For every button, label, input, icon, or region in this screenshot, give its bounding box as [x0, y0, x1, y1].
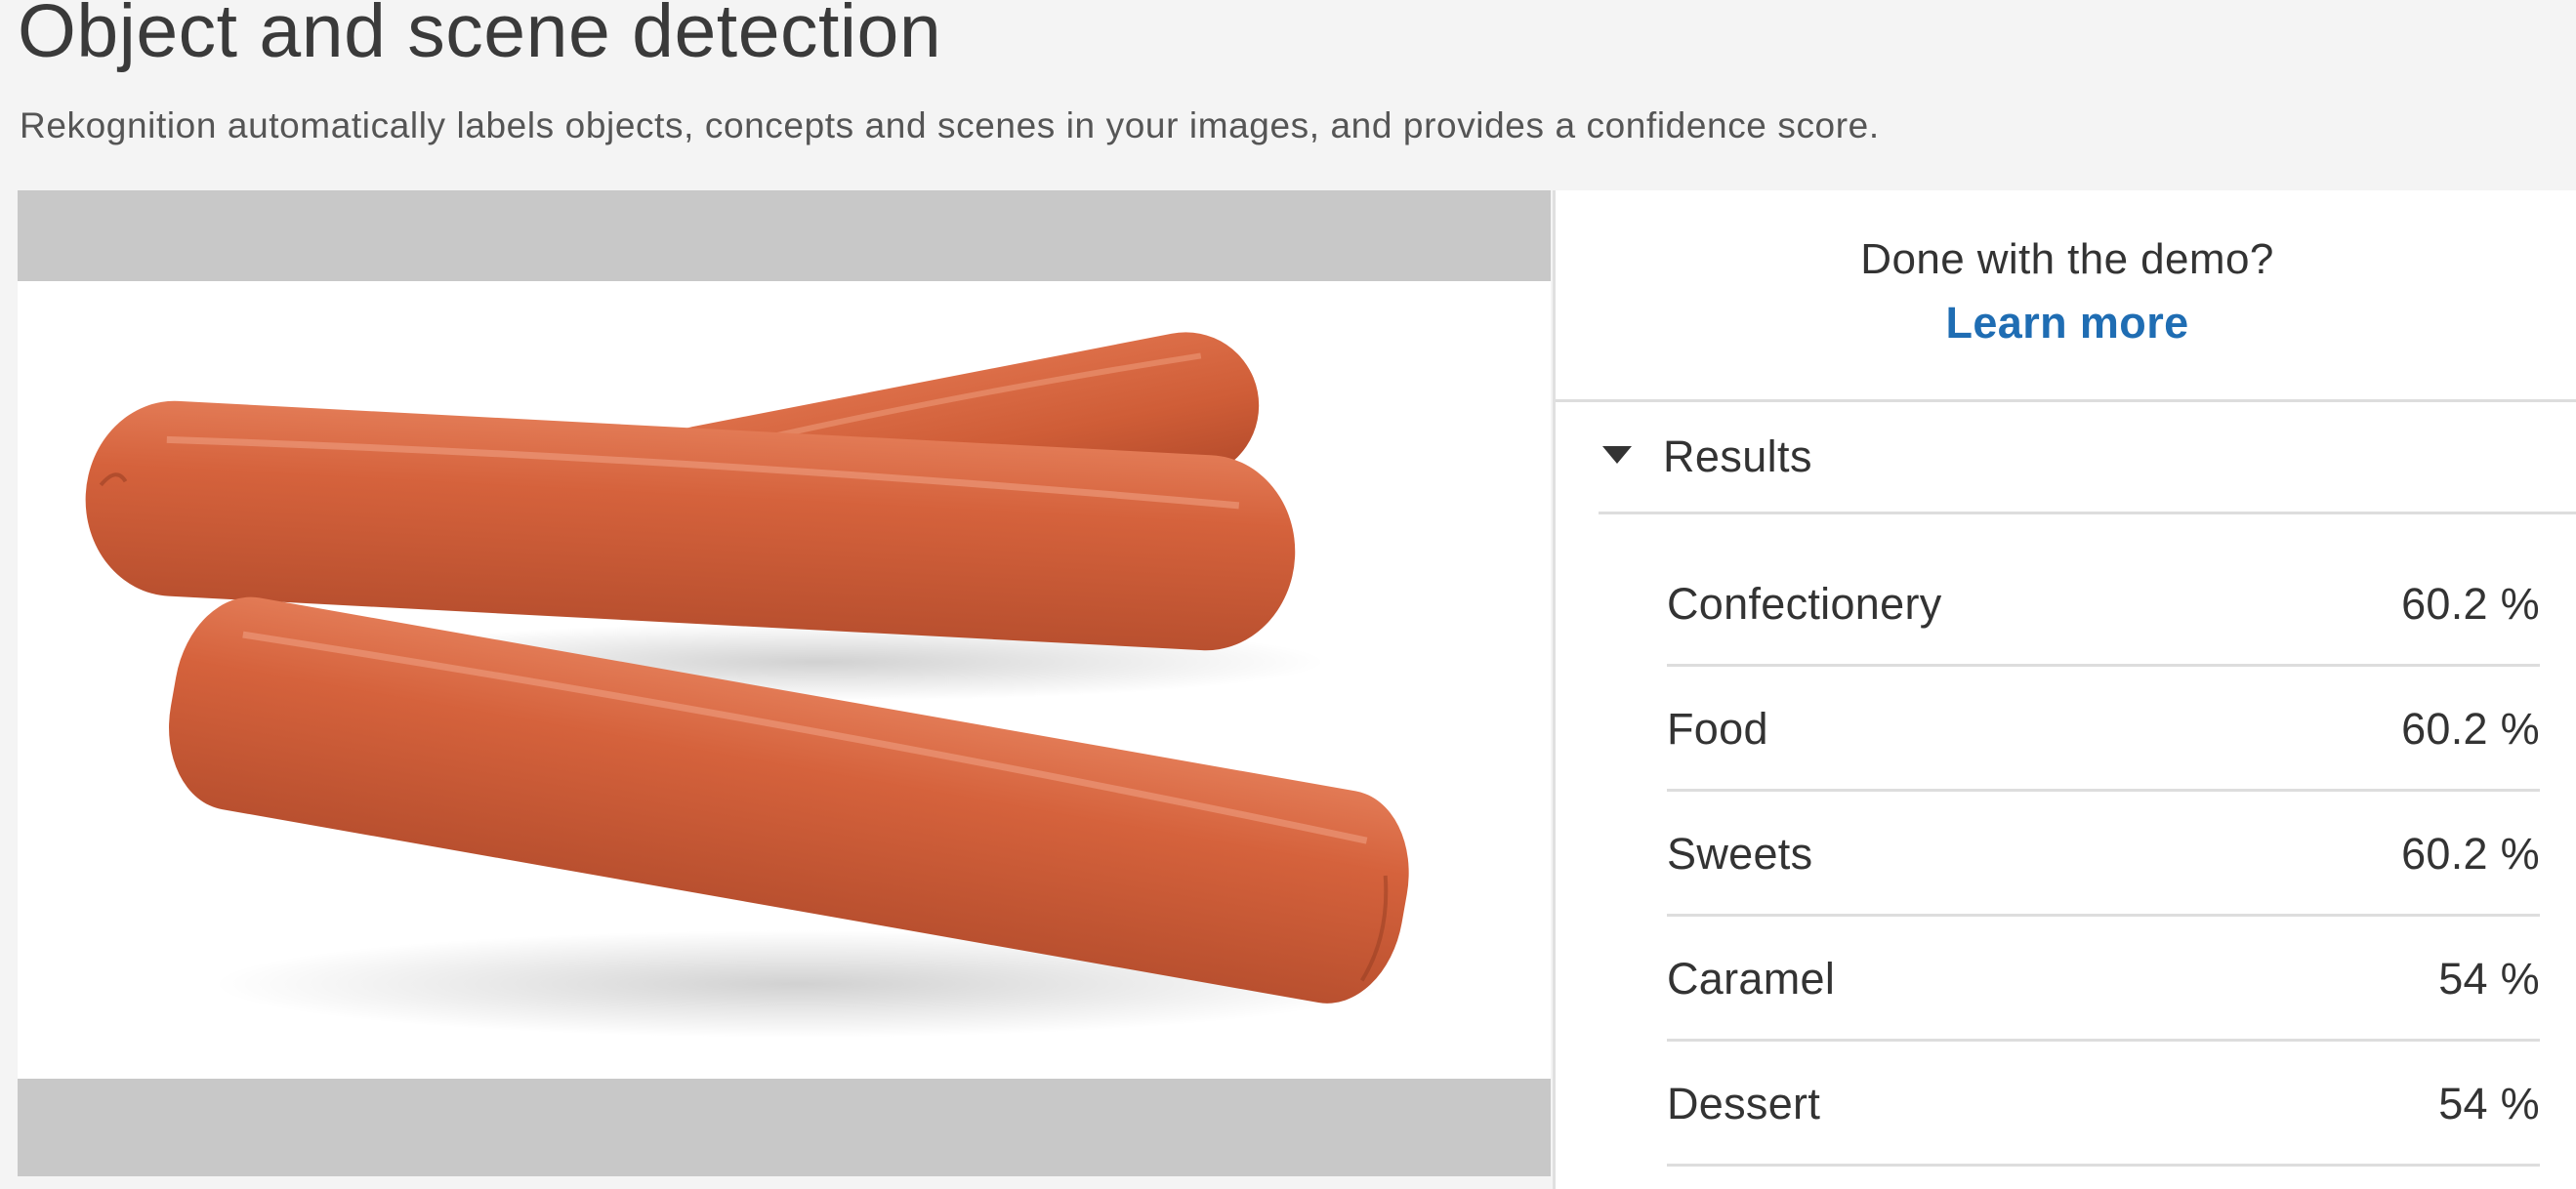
page-title: Object and scene detection [18, 0, 942, 73]
sausages-image [18, 281, 1551, 1079]
result-row: Caramel 54 % [1667, 917, 2540, 1042]
result-row: Confectionery 60.2 % [1667, 542, 2540, 667]
learn-more-link[interactable]: Learn more [1556, 298, 2576, 348]
result-confidence: 60.2 % [2401, 579, 2540, 629]
result-confidence: 60.2 % [2401, 704, 2540, 754]
results-label: Results [1663, 431, 1812, 481]
result-row: Sweets 60.2 % [1667, 792, 2540, 917]
result-label: Caramel [1667, 954, 1836, 1004]
analyzed-image [18, 281, 1551, 1079]
page-subtitle: Rekognition automatically labels objects… [20, 105, 1880, 145]
result-label: Dessert [1667, 1079, 1821, 1128]
result-label: Confectionery [1667, 579, 1942, 629]
result-confidence: 60.2 % [2401, 829, 2540, 879]
caret-down-icon [1602, 446, 1632, 464]
demo-cta: Done with the demo? Learn more [1556, 190, 2576, 402]
result-label: Food [1667, 704, 1768, 754]
results-panel: Done with the demo? Learn more Results C… [1553, 190, 2576, 1189]
result-confidence: 54 % [2438, 954, 2540, 1004]
results-toggle[interactable]: Results [1599, 402, 2576, 514]
results-list: Confectionery 60.2 % Food 60.2 % Sweets … [1667, 542, 2540, 1167]
image-panel [18, 190, 1551, 1176]
result-row: Food 60.2 % [1667, 667, 2540, 792]
cta-question: Done with the demo? [1860, 235, 2274, 283]
result-row: Dessert 54 % [1667, 1042, 2540, 1167]
result-confidence: 54 % [2438, 1079, 2540, 1128]
result-label: Sweets [1667, 829, 1813, 879]
